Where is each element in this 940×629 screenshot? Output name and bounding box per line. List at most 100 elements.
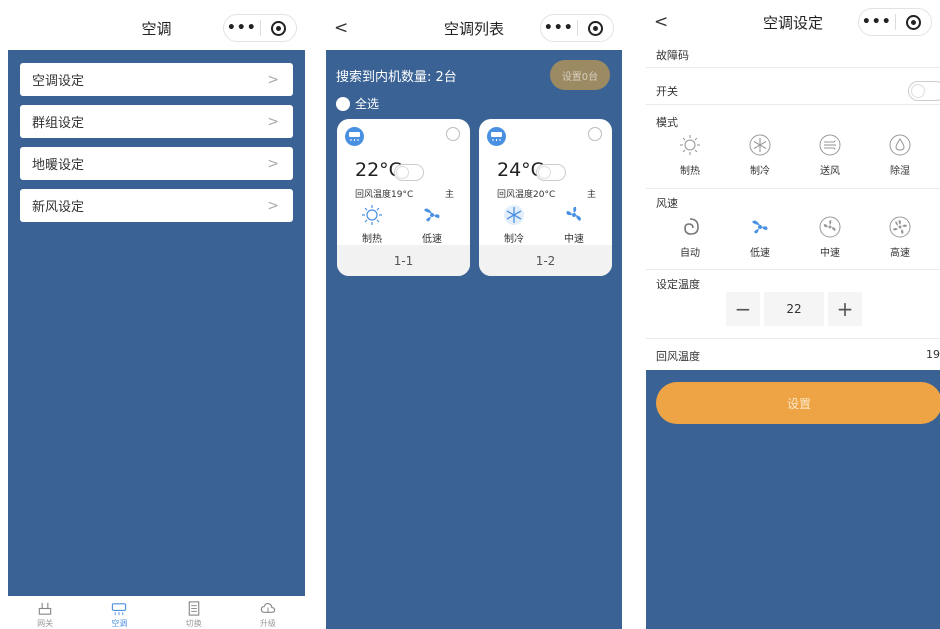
speed-option-low[interactable]: 低速: [732, 216, 788, 259]
ac-unit-icon: [487, 127, 506, 146]
unit-power-toggle[interactable]: [394, 164, 424, 181]
fan-mid-icon: [566, 206, 581, 221]
menu-item-label: 新风设定: [32, 200, 85, 215]
divider: [646, 67, 940, 68]
divider: [646, 104, 940, 105]
cloud-icon: [260, 603, 276, 613]
menu-item-label: 群组设定: [32, 116, 85, 131]
fan-low-icon: [752, 220, 768, 234]
set-temp-value[interactable]: 22: [764, 292, 824, 326]
tab-switch[interactable]: 切换: [157, 596, 231, 629]
more-icon[interactable]: •••: [859, 14, 895, 30]
mini-program-capsule: •••: [223, 14, 297, 42]
ac-icon: [112, 603, 127, 616]
unit-power-toggle[interactable]: [536, 164, 566, 181]
tab-label: 网关: [37, 619, 54, 628]
nav-bar: 空调 •••: [8, 6, 305, 50]
dehumidify-icon: [889, 134, 911, 156]
increase-button[interactable]: +: [828, 292, 862, 326]
more-icon[interactable]: •••: [224, 20, 260, 36]
tab-gateway[interactable]: 网关: [8, 596, 82, 629]
ac-home-screen: 空调 ••• 空调设定 > 群组设定 > 地暖设定 > 新风设定 > 网关 空调…: [8, 6, 305, 629]
menu-item-group-settings[interactable]: 群组设定 >: [20, 105, 293, 138]
ac-unit-card[interactable]: 24°C 回风温度20°C 主 制冷 中速 1-2: [479, 119, 612, 276]
speed-label: 低速: [422, 234, 442, 245]
select-all-radio[interactable]: [336, 96, 350, 111]
set-units-button[interactable]: 设置0台: [550, 60, 610, 90]
chevron-right-icon: >: [267, 155, 279, 172]
set-temp-label: 设定温度: [656, 278, 700, 291]
submit-settings-button[interactable]: 设置: [656, 382, 940, 424]
tab-label: 切换: [185, 619, 202, 628]
chevron-right-icon: >: [267, 113, 279, 130]
tab-ac[interactable]: 空调: [82, 596, 156, 629]
fan-high-icon: [889, 216, 911, 238]
decrease-button[interactable]: −: [726, 292, 760, 326]
mini-program-capsule: •••: [540, 14, 614, 42]
mode-option-heat[interactable]: 制热: [662, 134, 718, 177]
unit-id: 1-1: [337, 245, 470, 276]
ac-unit-card[interactable]: 22°C 回风温度19°C 主 制热 低速 1-1: [337, 119, 470, 276]
ac-unit-icon: [345, 127, 364, 146]
fault-code-label: 故障码: [656, 49, 689, 62]
speed-option-high[interactable]: 高速: [872, 216, 928, 259]
role-badge: 主: [586, 190, 596, 200]
return-air-temp: 回风温度19°C: [355, 190, 414, 200]
unit-count-text: 搜索到内机数量: 2台: [336, 70, 457, 85]
menu-item-ac-settings[interactable]: 空调设定 >: [20, 63, 293, 96]
divider: [646, 188, 940, 189]
heat-icon: [362, 205, 382, 225]
option-label: 低速: [750, 248, 770, 259]
speed-option-auto[interactable]: 自动: [662, 216, 718, 259]
option-label: 送风: [820, 166, 840, 177]
nav-bar: < 空调设定 •••: [646, 6, 940, 38]
unit-select-checkbox[interactable]: [588, 127, 602, 141]
tab-label: 空调: [111, 619, 128, 628]
ac-settings-screen: < 空调设定 ••• 故障码 开关 模式 制热 制冷 送风 除湿 风速 自动 低…: [646, 6, 940, 629]
switch-label: 开关: [656, 85, 678, 98]
menu-item-label: 空调设定: [32, 74, 85, 89]
fan-speed-label: 风速: [656, 197, 678, 210]
speed-label: 中速: [564, 234, 584, 245]
speed-option-mid[interactable]: 中速: [802, 216, 858, 259]
select-all[interactable]: 全选: [336, 95, 379, 112]
ac-list-screen: < 空调列表 ••• 搜索到内机数量: 2台 设置0台 全选 22°C 回风温度…: [326, 6, 622, 629]
option-label: 除湿: [890, 166, 910, 177]
tab-bar: 网关 空调 切换 升级: [8, 596, 305, 629]
fan-mid-icon: [819, 216, 841, 238]
fan-low-icon: [424, 208, 440, 222]
chevron-right-icon: >: [267, 197, 279, 214]
option-label: 制热: [680, 166, 700, 177]
select-all-label: 全选: [355, 97, 380, 111]
menu-item-fresh-air[interactable]: 新风设定 >: [20, 189, 293, 222]
power-switch[interactable]: [908, 81, 940, 101]
fan-wind-icon: [819, 134, 841, 156]
heat-icon: [680, 135, 700, 155]
unit-select-checkbox[interactable]: [446, 127, 460, 141]
mode-label: 模式: [656, 116, 678, 129]
close-circle-icon[interactable]: [261, 20, 297, 36]
return-temp-label: 回风温度: [656, 350, 700, 363]
mode-option-cool[interactable]: 制冷: [732, 134, 788, 177]
temperature-stepper: − 22 +: [726, 292, 862, 326]
option-label: 中速: [820, 248, 840, 259]
cool-icon: [504, 205, 524, 225]
list-icon: [188, 601, 199, 616]
tab-label: 升级: [259, 619, 276, 628]
cool-icon: [749, 134, 771, 156]
menu-item-label: 地暖设定: [32, 158, 85, 173]
more-icon[interactable]: •••: [541, 20, 577, 36]
close-circle-icon[interactable]: [578, 20, 614, 36]
mode-option-dehumidify[interactable]: 除湿: [872, 134, 928, 177]
unit-id: 1-2: [479, 245, 612, 276]
mode-label: 制冷: [504, 234, 524, 245]
tab-upgrade[interactable]: 升级: [231, 596, 305, 629]
menu-item-floor-heating[interactable]: 地暖设定 >: [20, 147, 293, 180]
option-label: 高速: [890, 248, 910, 259]
option-label: 自动: [680, 248, 700, 259]
gateway-icon: [38, 602, 52, 615]
return-temp-value: 19: [926, 348, 940, 361]
close-circle-icon[interactable]: [896, 14, 932, 30]
option-label: 制冷: [750, 166, 770, 177]
mode-option-fan[interactable]: 送风: [802, 134, 858, 177]
